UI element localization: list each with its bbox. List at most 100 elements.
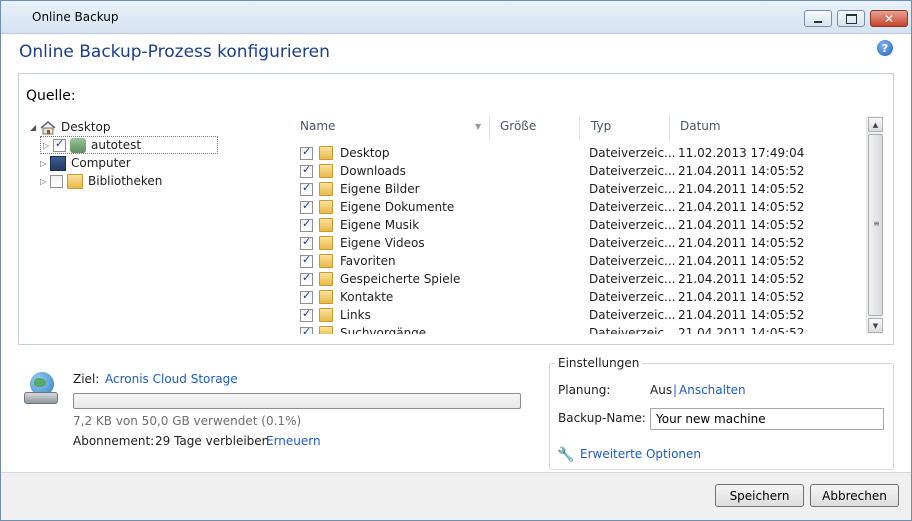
folder-icon (319, 200, 333, 214)
row-type: Dateiverzeic... (589, 308, 676, 322)
row-name: Eigene Dokumente (340, 200, 455, 214)
renew-link[interactable]: Erneuern (266, 434, 321, 448)
row-checkbox[interactable] (300, 307, 313, 322)
close-button[interactable]: ✕ (870, 10, 908, 27)
row-checkbox[interactable] (300, 289, 313, 304)
folder-icon (319, 164, 333, 178)
tree-checkbox[interactable] (53, 137, 66, 152)
row-name: Kontakte (340, 290, 394, 304)
backup-name-input[interactable] (650, 408, 884, 430)
maximize-button[interactable] (837, 10, 865, 27)
table-row[interactable]: Desktop Dateiverzeic... 11.02.2013 17:49… (296, 144, 862, 162)
maximize-icon (838, 11, 864, 26)
page-title: Online Backup-Prozess konfigurieren (19, 42, 330, 62)
expand-arrow-icon[interactable]: ▷ (40, 177, 50, 186)
row-checkbox[interactable] (300, 235, 313, 250)
table-row[interactable]: Eigene Videos Dateiverzeic... 21.04.2011… (296, 234, 862, 252)
window-title: Online Backup (32, 10, 119, 24)
folder-icon (319, 290, 333, 304)
schedule-enable-link[interactable]: Anschalten (679, 383, 746, 397)
column-divider[interactable] (669, 116, 670, 140)
tree-item-computer[interactable]: ▷ Computer (40, 154, 131, 172)
folder-icon (319, 326, 333, 334)
destination-link[interactable]: Acronis Cloud Storage (105, 372, 238, 386)
row-type: Dateiverzeic... (589, 164, 676, 178)
user-icon (70, 137, 86, 153)
folder-icon (319, 272, 333, 286)
cancel-button[interactable]: Abbrechen (810, 484, 899, 507)
row-checkbox[interactable] (300, 163, 313, 178)
title-bar[interactable]: Online Backup ✕ (1, 1, 911, 34)
grip-icon: ≡ (873, 219, 880, 228)
row-name: Eigene Bilder (340, 182, 420, 196)
scroll-up-button[interactable]: ▲ (868, 117, 883, 132)
scroll-down-button[interactable]: ▼ (868, 318, 883, 333)
tree-item-bibliotheken[interactable]: ▷ Bibliotheken (40, 172, 162, 190)
row-date: 21.04.2011 14:05:52 (678, 164, 805, 178)
row-name: Gespeicherte Spiele (340, 272, 461, 286)
tree-item-autotest[interactable]: ▷ autotest (40, 136, 218, 154)
row-name: Eigene Videos (340, 236, 425, 250)
row-date: 21.04.2011 14:05:52 (678, 254, 805, 268)
row-name: Links (340, 308, 371, 322)
row-name: Eigene Musik (340, 218, 420, 232)
row-checkbox[interactable] (300, 181, 313, 196)
collapse-arrow-icon[interactable]: ◢ (30, 123, 40, 132)
row-checkbox[interactable] (300, 199, 313, 214)
advanced-options-link[interactable]: Erweiterte Optionen (580, 447, 701, 461)
row-date: 21.04.2011 14:05:52 (678, 218, 805, 232)
folder-icon (319, 182, 333, 196)
table-row[interactable]: Favoriten Dateiverzeic... 21.04.2011 14:… (296, 252, 862, 270)
folder-icon (319, 236, 333, 250)
table-row[interactable]: Kontakte Dateiverzeic... 21.04.2011 14:0… (296, 288, 862, 306)
column-divider[interactable] (489, 116, 490, 140)
row-name: Desktop (340, 146, 390, 160)
minimize-button[interactable] (804, 10, 832, 27)
table-row[interactable]: Gespeicherte Spiele Dateiverzeic... 21.0… (296, 270, 862, 288)
subscription-days: 29 Tage verbleiben. (155, 434, 274, 448)
row-date: 21.04.2011 14:05:52 (678, 272, 805, 286)
schedule-separator: | (673, 383, 678, 397)
row-checkbox[interactable] (300, 145, 313, 160)
row-type: Dateiverzeic... (589, 182, 676, 196)
storage-usage-text: 7,2 KB von 50,0 GB verwendet (0.1%) (73, 414, 302, 428)
destination-label: Ziel: (73, 372, 100, 386)
row-checkbox[interactable] (300, 325, 313, 334)
column-header-type[interactable]: Typ (591, 119, 611, 133)
table-row[interactable]: Eigene Bilder Dateiverzeic... 21.04.2011… (296, 180, 862, 198)
close-icon: ✕ (883, 11, 895, 26)
tree-item-label: Desktop (61, 120, 111, 134)
column-header-date[interactable]: Datum (680, 119, 721, 133)
folder-icon (319, 254, 333, 268)
file-list-scrollbar[interactable]: ▲ ≡ ▼ (866, 116, 883, 334)
column-header-size[interactable]: Größe (500, 119, 536, 133)
tree-item-label: Computer (71, 156, 131, 170)
tree-item-label: Bibliotheken (88, 174, 163, 188)
help-icon[interactable]: ? (877, 40, 893, 56)
expand-arrow-icon[interactable]: ▷ (40, 159, 50, 168)
row-checkbox[interactable] (300, 253, 313, 268)
table-row[interactable]: Links Dateiverzeic... 21.04.2011 14:05:5… (296, 306, 862, 324)
save-button[interactable]: Speichern (715, 484, 804, 507)
table-row[interactable]: Eigene Musik Dateiverzeic... 21.04.2011 … (296, 216, 862, 234)
row-type: Dateiverzeic... (589, 236, 676, 250)
scroll-thumb[interactable]: ≡ (868, 134, 883, 316)
table-row[interactable]: Downloads Dateiverzeic... 21.04.2011 14:… (296, 162, 862, 180)
expand-arrow-icon[interactable]: ▷ (43, 141, 53, 150)
row-type: Dateiverzeic... (589, 218, 676, 232)
row-date: 21.04.2011 14:05:52 (678, 236, 805, 250)
column-divider[interactable] (579, 116, 580, 140)
table-row[interactable]: Eigene Dokumente Dateiverzeic... 21.04.2… (296, 198, 862, 216)
row-name: Downloads (340, 164, 406, 178)
tree-item-desktop[interactable]: ◢ Desktop (30, 118, 111, 136)
file-list-header: Name ▼ Größe Typ Datum (290, 116, 866, 140)
row-checkbox[interactable] (300, 271, 313, 286)
column-header-name[interactable]: Name (300, 119, 335, 133)
tree-checkbox[interactable] (50, 174, 63, 188)
schedule-label: Planung: (558, 383, 611, 397)
folder-icon (319, 308, 333, 322)
row-checkbox[interactable] (300, 217, 313, 232)
row-type: Dateiverzeic... (589, 254, 676, 268)
table-row[interactable]: Suchvorgänge Dateiverzeic... 21.04.2011 … (296, 324, 862, 334)
minimize-icon (805, 11, 831, 26)
